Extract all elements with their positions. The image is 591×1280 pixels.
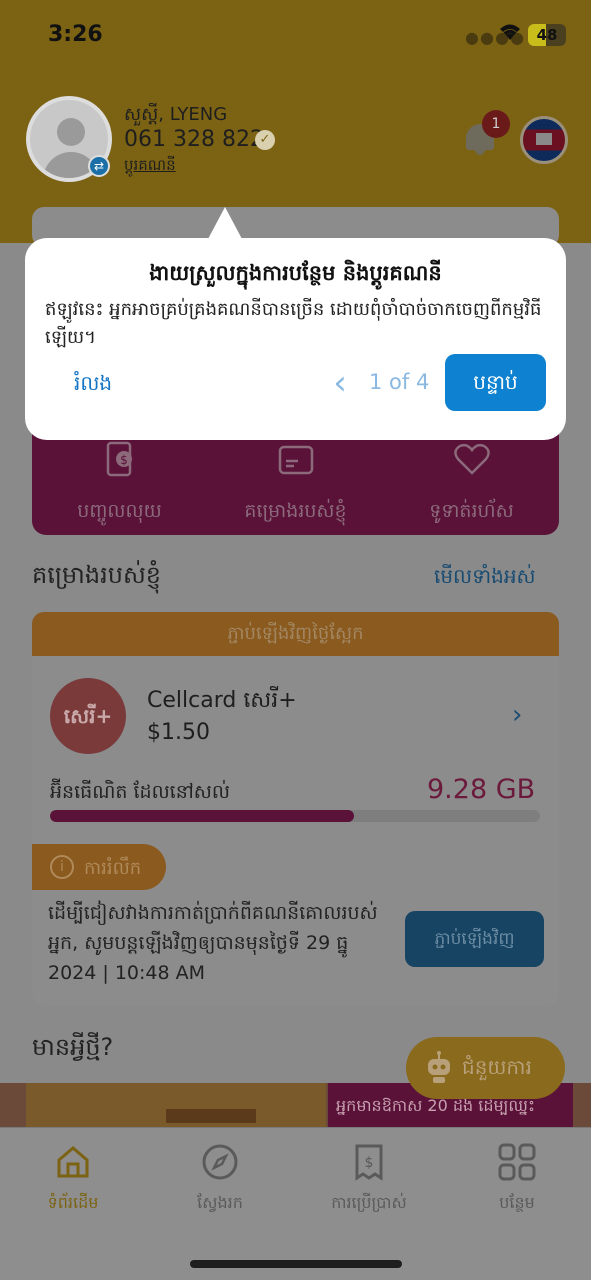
data-remaining-label: អ៊ីនធើណិត ដែលនៅសល់	[50, 781, 230, 803]
data-progress-bar	[50, 810, 540, 822]
heart-icon	[452, 439, 492, 479]
chevron-right-icon[interactable]: ›	[512, 700, 522, 730]
compass-icon	[200, 1142, 240, 1182]
chevron-left-icon[interactable]: ‹	[322, 364, 358, 404]
tab-label: បន្ថែម	[499, 1193, 535, 1212]
robot-icon	[424, 1051, 454, 1085]
whats-new-title: មានអ្វីថ្មី?	[32, 1033, 114, 1061]
tooltip-title: ងាយស្រួលក្នុងការបន្ថែម និងប្តូរគណនី	[149, 261, 442, 285]
plan-card[interactable]: ភ្ជាប់ឡើងវិញថ្ងៃស្អែក សេរី+ Cellcard សេរ…	[32, 612, 559, 1005]
grid-icon	[497, 1142, 537, 1182]
info-icon: i	[50, 855, 74, 879]
wallet-icon: $	[100, 439, 140, 479]
verified-icon: ✓	[255, 130, 275, 150]
quick-action-label: ទូទាត់រហ័ស	[429, 500, 514, 522]
receipt-icon: $	[349, 1142, 389, 1182]
quick-action-top-up[interactable]: $ បញ្ចូលលុយ	[32, 425, 207, 535]
tab-usage[interactable]: $ ការប្រើប្រាស់	[304, 1142, 434, 1216]
view-all-link[interactable]: មើលទាំងអស់	[434, 563, 536, 593]
tab-home[interactable]: ទំព័រដើម	[8, 1142, 138, 1216]
data-remaining-value: 9.28 GB	[427, 774, 536, 805]
tab-more[interactable]: បន្ថែម	[452, 1142, 582, 1216]
step-counter: 1 of 4	[369, 370, 430, 394]
battery-icon: 48	[528, 24, 566, 46]
plan-price: $1.50	[147, 720, 210, 745]
phone-number: 061 328 822	[124, 127, 264, 152]
renew-banner: ភ្ជាប់ឡើងវិញថ្ងៃស្អែក	[32, 612, 559, 656]
tab-label: ការប្រើប្រាស់	[331, 1193, 407, 1212]
quick-actions: $ បញ្ចូលលុយ គម្រោងរបស់ខ្ញុំ ទូទាត់រហ័ស	[32, 425, 559, 535]
promo-image	[26, 1083, 326, 1127]
reminder-text: ដើម្បីជៀសវាងការកាត់ប្រាក់ពីគណនីគោលរបស់អ្…	[48, 902, 378, 984]
wifi-icon	[498, 22, 522, 47]
tab-label: ស្វែងរក	[197, 1193, 243, 1212]
reminder-label: ការរំលឹក	[84, 858, 142, 879]
my-plans-title: គម្រោងរបស់ខ្ញុំ	[32, 561, 162, 589]
svg-text:$: $	[365, 1155, 374, 1171]
reminder-badge: i ការរំលឹក	[32, 844, 166, 890]
skip-button[interactable]: រំលង	[74, 370, 112, 400]
next-button[interactable]: បន្ទាប់	[445, 354, 546, 411]
svg-text:$: $	[120, 453, 128, 467]
renew-button[interactable]: ភ្ជាប់ឡើងវិញ	[405, 911, 544, 967]
plan-name: Cellcard សេរី+	[147, 688, 297, 713]
notification-badge: 1	[482, 110, 510, 138]
quick-action-label: គម្រោងរបស់ខ្ញុំ	[244, 500, 347, 522]
help-assistant-button[interactable]: ជំនួយការ	[406, 1037, 565, 1099]
switch-account-link[interactable]: ប្តូរគណនី	[124, 156, 176, 178]
quick-action-label: បញ្ចូលលុយ	[77, 500, 162, 522]
tooltip-arrow	[208, 207, 242, 239]
help-label: ជំនួយការ	[462, 1055, 532, 1079]
quick-action-my-plans[interactable]: គម្រោងរបស់ខ្ញុំ	[208, 425, 383, 535]
bottom-tab-bar: ទំព័រដើម ស្វែងរក $ ការប្រើប្រាស់ បន្ថែម	[0, 1127, 591, 1280]
battery-level: 48	[536, 26, 558, 44]
promo-logo	[166, 1109, 256, 1123]
tab-explore[interactable]: ស្វែងរក	[155, 1142, 285, 1216]
onboarding-tooltip: ងាយស្រួលក្នុងការបន្ថែម និងប្តូរគណនី ឥឡូវ…	[25, 238, 566, 440]
tooltip-body: ឥឡូវនេះ អ្នកអាចគ្រប់គ្រងគណនីបានច្រើន ដោយ…	[45, 299, 542, 348]
plan-logo: សេរី+	[50, 678, 126, 754]
language-flag-icon[interactable]	[520, 116, 568, 164]
home-indicator	[190, 1260, 402, 1268]
greeting-text: សួស្តី, LYENG	[124, 104, 228, 125]
home-icon	[53, 1142, 93, 1182]
data-progress-fill	[50, 810, 354, 822]
switch-account-icon[interactable]: ⇄	[88, 155, 110, 177]
tab-label: ទំព័រដើម	[47, 1193, 99, 1212]
quick-action-quick-pay[interactable]: ទូទាត់រហ័ស	[384, 425, 559, 535]
status-bar: 3:26 ● ● ● ● 48	[0, 0, 591, 70]
status-time: 3:26	[48, 22, 103, 47]
card-icon	[276, 439, 316, 479]
